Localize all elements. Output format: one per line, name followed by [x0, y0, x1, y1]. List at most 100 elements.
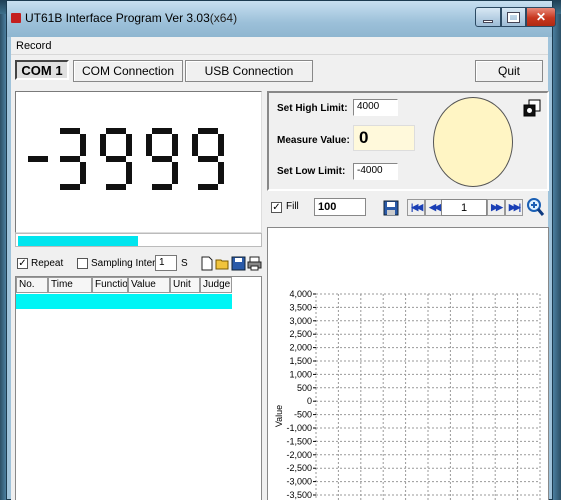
- y-tick-label: 1,000: [289, 369, 312, 379]
- digit-segment: [80, 162, 86, 184]
- digit-segment: [28, 156, 48, 162]
- sampling-interval-checkbox[interactable]: [77, 258, 88, 269]
- column-header-unit[interactable]: Unit: [170, 277, 200, 293]
- measure-value-field: 0: [353, 125, 415, 151]
- maximize-icon: [507, 11, 520, 23]
- chart-plot: 4,000 3,500 3,000 2,500 2,000 1,500 1,000 500 0 -…: [274, 289, 541, 500]
- value-chart: 4,000 3,500 3,000 2,500 2,000 1,500 1,000 500 0 -…: [267, 227, 549, 500]
- digit-segment: [152, 184, 172, 190]
- column-header-value[interactable]: Value: [128, 277, 170, 293]
- digit-segment: [152, 128, 172, 134]
- connection-toolbar: COM 1 COM Connection USB Connection Quit: [11, 56, 548, 86]
- reading-digit: [22, 128, 54, 190]
- title-bar[interactable]: UT61B Interface Program Ver 3.03(x64) ✕: [7, 1, 556, 37]
- digit-segment: [60, 128, 80, 134]
- window-title-suffix: (x64): [209, 11, 238, 25]
- reading-display: [15, 91, 262, 233]
- y-tick-label: -1,000: [286, 423, 312, 433]
- column-header-judge[interactable]: Judge: [200, 277, 232, 293]
- digit-segment: [146, 134, 152, 156]
- quit-button[interactable]: Quit: [475, 60, 543, 82]
- app-window: UT61B Interface Program Ver 3.03(x64) ✕ …: [6, 0, 556, 500]
- desktop-right-edge: [553, 14, 561, 500]
- table-row[interactable]: [16, 294, 232, 309]
- repeat-checkbox[interactable]: ✓: [17, 258, 28, 269]
- save-icon[interactable]: [231, 256, 246, 271]
- digit-segment: [106, 184, 126, 190]
- open-folder-icon[interactable]: [215, 256, 230, 271]
- menu-bar: Record: [11, 37, 548, 55]
- close-icon: ✕: [535, 10, 547, 24]
- digit-segment: [106, 156, 126, 162]
- com-connection-button[interactable]: COM Connection: [73, 60, 183, 82]
- next-page-icon[interactable]: ▶▶: [487, 199, 505, 216]
- com-port-label: COM 1: [15, 60, 69, 80]
- column-header-no[interactable]: No.: [16, 277, 48, 293]
- client-area: Record COM 1 COM Connection USB Connecti…: [11, 37, 549, 500]
- fill-label: Fill: [286, 201, 299, 212]
- low-limit-input[interactable]: -4000: [353, 163, 398, 180]
- fill-checkbox[interactable]: ✓: [271, 202, 282, 213]
- close-button[interactable]: ✕: [526, 7, 556, 27]
- y-tick-label: 0: [307, 396, 312, 406]
- usb-connection-button[interactable]: USB Connection: [185, 60, 313, 82]
- low-limit-label: Set Low Limit:: [277, 166, 346, 177]
- print-icon[interactable]: [247, 256, 262, 271]
- digit-segment: [218, 134, 224, 156]
- y-tick-label: 3,000: [289, 316, 312, 326]
- digit-segment: [218, 162, 224, 184]
- app-icon: [11, 13, 21, 23]
- digit-segment: [172, 162, 178, 184]
- y-tick-label: -1,500: [286, 436, 312, 446]
- reading-digit: [192, 128, 224, 190]
- new-file-icon[interactable]: [199, 256, 214, 271]
- digit-segment: [106, 128, 126, 134]
- digit-segment: [198, 128, 218, 134]
- y-tick-label: 500: [297, 383, 312, 393]
- plot-frame: [315, 293, 541, 500]
- repeat-label: Repeat: [31, 258, 64, 269]
- first-page-icon[interactable]: |◀◀: [407, 199, 425, 216]
- digit-segment: [126, 134, 132, 156]
- reading-value: [16, 114, 263, 214]
- chart-controls: ✓ Fill 100 |◀◀ ◀◀ 1 ▶▶ ▶▶|: [267, 197, 549, 221]
- limit-indicator-led: [433, 97, 513, 187]
- reading-digit: [54, 128, 86, 190]
- digit-segment: [172, 134, 178, 156]
- digit-segment: [192, 134, 198, 156]
- high-limit-label: Set High Limit:: [277, 103, 348, 114]
- digit-segment: [198, 156, 218, 162]
- last-page-icon[interactable]: ▶▶|: [505, 199, 523, 216]
- high-limit-input[interactable]: 4000: [353, 99, 398, 116]
- digit-segment: [60, 184, 80, 190]
- sampling-controls: ✓ Repeat Sampling Interval 1 S: [15, 254, 265, 274]
- digit-segment: [60, 156, 80, 162]
- measure-value-label: Measure Value:: [277, 135, 350, 146]
- digit-segment: [198, 184, 218, 190]
- sampling-interval-input[interactable]: 1: [155, 255, 177, 271]
- analog-bargraph: [15, 233, 262, 247]
- maximize-button[interactable]: [501, 7, 526, 27]
- reading-digit: [100, 128, 132, 190]
- records-table: No. Time Function Value Unit Judge: [15, 276, 262, 500]
- y-tick-label: -3,500: [286, 490, 312, 500]
- save-chart-icon[interactable]: [383, 200, 399, 216]
- y-axis-label: Value: [274, 405, 284, 427]
- window-title-text: UT61B Interface Program Ver 3.03: [25, 11, 210, 25]
- fill-count-input[interactable]: 100: [314, 198, 366, 216]
- y-tick-label: -2,000: [286, 450, 312, 460]
- limits-panel: Set High Limit: 4000 Measure Value: 0 Se…: [267, 91, 549, 191]
- digit-segment: [80, 134, 86, 156]
- y-tick-label: 1,500: [289, 356, 312, 366]
- zoom-in-icon[interactable]: [527, 198, 545, 218]
- column-header-function[interactable]: Function: [92, 277, 128, 293]
- y-tick-label: -500: [294, 410, 312, 420]
- y-tick-label: 4,000: [289, 289, 312, 299]
- page-number-input[interactable]: 1: [441, 199, 487, 216]
- sampling-unit-label: S: [181, 258, 188, 269]
- minimize-button[interactable]: [475, 7, 501, 27]
- menu-record[interactable]: Record: [16, 40, 51, 52]
- column-header-time[interactable]: Time: [48, 277, 92, 293]
- window-title: UT61B Interface Program Ver 3.03(x64): [25, 11, 237, 25]
- settings-icon[interactable]: [523, 99, 541, 117]
